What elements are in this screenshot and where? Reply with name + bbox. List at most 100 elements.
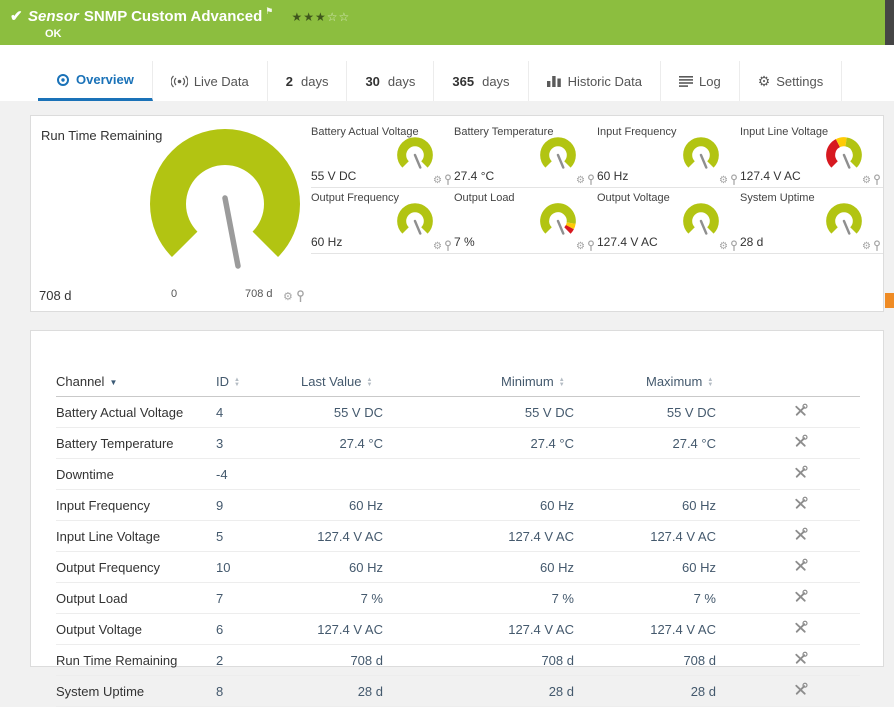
channel-settings-icon[interactable] — [793, 434, 808, 452]
channel-settings-icon[interactable] — [793, 589, 808, 607]
row-run-time-remaining[interactable]: Run Time Remaining 2 708 d 708 d 708 d — [56, 644, 860, 676]
tab-30-days[interactable]: 30 days — [347, 61, 435, 101]
column-label: Channel — [56, 374, 105, 389]
pin-icon[interactable] — [587, 174, 595, 186]
channel-minimum: 55 V DC — [501, 396, 646, 428]
tab-log[interactable]: Log — [661, 61, 740, 101]
gauge-dial — [397, 137, 433, 169]
column-header-last-value[interactable]: Last Value ▲ ▼ — [301, 369, 501, 397]
channel-maximum: 127.4 V AC — [646, 520, 791, 552]
gauge-icons: ⚙ — [576, 174, 595, 186]
channel-settings-icon[interactable] — [793, 527, 808, 545]
column-header-maximum[interactable]: Maximum ▲ ▼ — [646, 369, 791, 397]
column-header-channel[interactable]: Channel ▼ — [56, 369, 216, 397]
row-input-line-voltage[interactable]: Input Line Voltage 5 127.4 V AC 127.4 V AC 1… — [56, 520, 860, 552]
tab-live-data[interactable]: Live Data — [153, 61, 268, 101]
gauge-icons: ⚙ — [433, 240, 452, 252]
channel-maximum: 127.4 V AC — [646, 613, 791, 645]
gear-icon[interactable]: ⚙ — [719, 241, 728, 252]
pin-icon[interactable] — [296, 290, 305, 303]
channel-settings-icon[interactable] — [793, 620, 808, 638]
sort-icon: ▲ ▼ — [366, 376, 373, 388]
gauge-value: 55 V DC — [311, 169, 357, 183]
tab-number: 2 — [285, 73, 293, 89]
tab-2-days[interactable]: 2 days — [268, 61, 348, 101]
row-output-voltage[interactable]: Output Voltage 6 127.4 V AC 127.4 V AC 127.4… — [56, 613, 860, 645]
row-output-frequency[interactable]: Output Frequency 10 60 Hz 60 Hz 60 Hz — [56, 551, 860, 583]
channel-settings-icon[interactable] — [793, 465, 808, 483]
gauge-dial — [826, 137, 862, 169]
channel-last-value: 60 Hz — [301, 489, 501, 521]
channel-minimum: 60 Hz — [501, 551, 646, 583]
sort-icon: ▲ ▼ — [234, 376, 240, 388]
row-system-uptime[interactable]: System Uptime 8 28 d 28 d 28 d — [56, 675, 860, 707]
channel-name: Battery Temperature — [56, 427, 216, 459]
channel-settings-icon[interactable] — [793, 496, 808, 514]
channel-id: 8 — [216, 675, 301, 707]
channel-name: System Uptime — [56, 675, 216, 707]
sort-icon: ▲ ▼ — [707, 376, 714, 388]
channel-maximum: 708 d — [646, 644, 791, 676]
channel-minimum — [501, 458, 646, 490]
gear-icon[interactable]: ⚙ — [576, 175, 585, 186]
row-output-load[interactable]: Output Load 7 7 % 7 % 7 % — [56, 582, 860, 614]
main-gauge-scale-start: 0 — [171, 288, 178, 300]
gear-icon[interactable]: ⚙ — [283, 290, 293, 303]
channel-settings-icon[interactable] — [793, 682, 808, 700]
right-edge-orange-marker — [885, 293, 894, 308]
channel-settings-icon[interactable] — [793, 558, 808, 576]
column-label: Minimum — [501, 374, 554, 389]
tab-overview[interactable]: Overview — [38, 61, 153, 101]
channel-id: 10 — [216, 551, 301, 583]
channel-maximum: 60 Hz — [646, 551, 791, 583]
column-header-minimum[interactable]: Minimum ▲ ▼ — [501, 369, 646, 397]
sort-icon: ▲ ▼ — [558, 376, 565, 388]
tab-label: days — [482, 73, 510, 89]
tab-number: 365 — [452, 73, 475, 89]
gauge-output-frequency: Output Frequency 60 Hz ⚙ — [311, 188, 454, 254]
channel-last-value: 708 d — [301, 644, 501, 676]
channel-maximum: 60 Hz — [646, 489, 791, 521]
tab-365-days[interactable]: 365 days — [434, 61, 529, 101]
tab-label: days — [387, 73, 416, 89]
channel-minimum: 7 % — [501, 582, 646, 614]
pin-icon[interactable] — [587, 240, 595, 252]
tab-label: Historic Data — [567, 73, 642, 89]
row-downtime[interactable]: Downtime -4 — [56, 458, 860, 490]
gear-icon[interactable]: ⚙ — [433, 175, 442, 186]
gauge-icons: ⚙ — [576, 240, 595, 252]
channel-settings-icon[interactable] — [793, 651, 808, 669]
tab-historic-data[interactable]: Historic Data — [529, 61, 661, 101]
gear-icon[interactable]: ⚙ — [862, 175, 871, 186]
flag-icon[interactable]: ⚑ — [265, 6, 273, 16]
gear-icon[interactable]: ⚙ — [576, 241, 585, 252]
channel-name: Output Frequency — [56, 551, 216, 583]
gauge-value: 27.4 °C — [454, 169, 495, 183]
pin-icon[interactable] — [730, 240, 738, 252]
gauge-output-voltage: Output Voltage 127.4 V AC ⚙ — [597, 188, 740, 254]
row-battery-actual-voltage[interactable]: Battery Actual Voltage 4 55 V DC 55 V DC 55 … — [56, 396, 860, 428]
tab-settings[interactable]: ⚙ Settings — [740, 61, 843, 101]
historic-data-icon — [546, 76, 561, 87]
sensor-title-line: Sensor SNMP Custom Advanced ⚑ ★★★☆☆ — [28, 6, 350, 25]
gauge-icons: ⚙ — [719, 174, 738, 186]
page-title: SNMP Custom Advanced — [83, 8, 263, 25]
pin-icon[interactable] — [730, 174, 738, 186]
gauge-dial — [397, 203, 433, 235]
pin-icon[interactable] — [873, 240, 881, 252]
pin-icon[interactable] — [873, 174, 881, 186]
gear-icon[interactable]: ⚙ — [862, 241, 871, 252]
column-header-id[interactable]: ID ▲ ▼ — [216, 369, 301, 397]
channel-settings-icon[interactable] — [793, 403, 808, 421]
row-battery-temperature[interactable]: Battery Temperature 3 27.4 °C 27.4 °C 27.4 °… — [56, 427, 860, 459]
gauge-battery-temperature: Battery Temperature 27.4 °C ⚙ — [454, 122, 597, 188]
priority-stars[interactable]: ★★★☆☆ — [291, 10, 350, 24]
gear-icon[interactable]: ⚙ — [719, 175, 728, 186]
channel-table-body: Battery Actual Voltage 4 55 V DC 55 V DC 55 … — [56, 396, 860, 707]
gear-icon[interactable]: ⚙ — [433, 241, 442, 252]
row-input-frequency[interactable]: Input Frequency 9 60 Hz 60 Hz 60 Hz — [56, 489, 860, 521]
pin-icon[interactable] — [444, 174, 452, 186]
tab-number: 30 — [365, 73, 380, 89]
pin-icon[interactable] — [444, 240, 452, 252]
gauge-icons: ⚙ — [719, 240, 738, 252]
